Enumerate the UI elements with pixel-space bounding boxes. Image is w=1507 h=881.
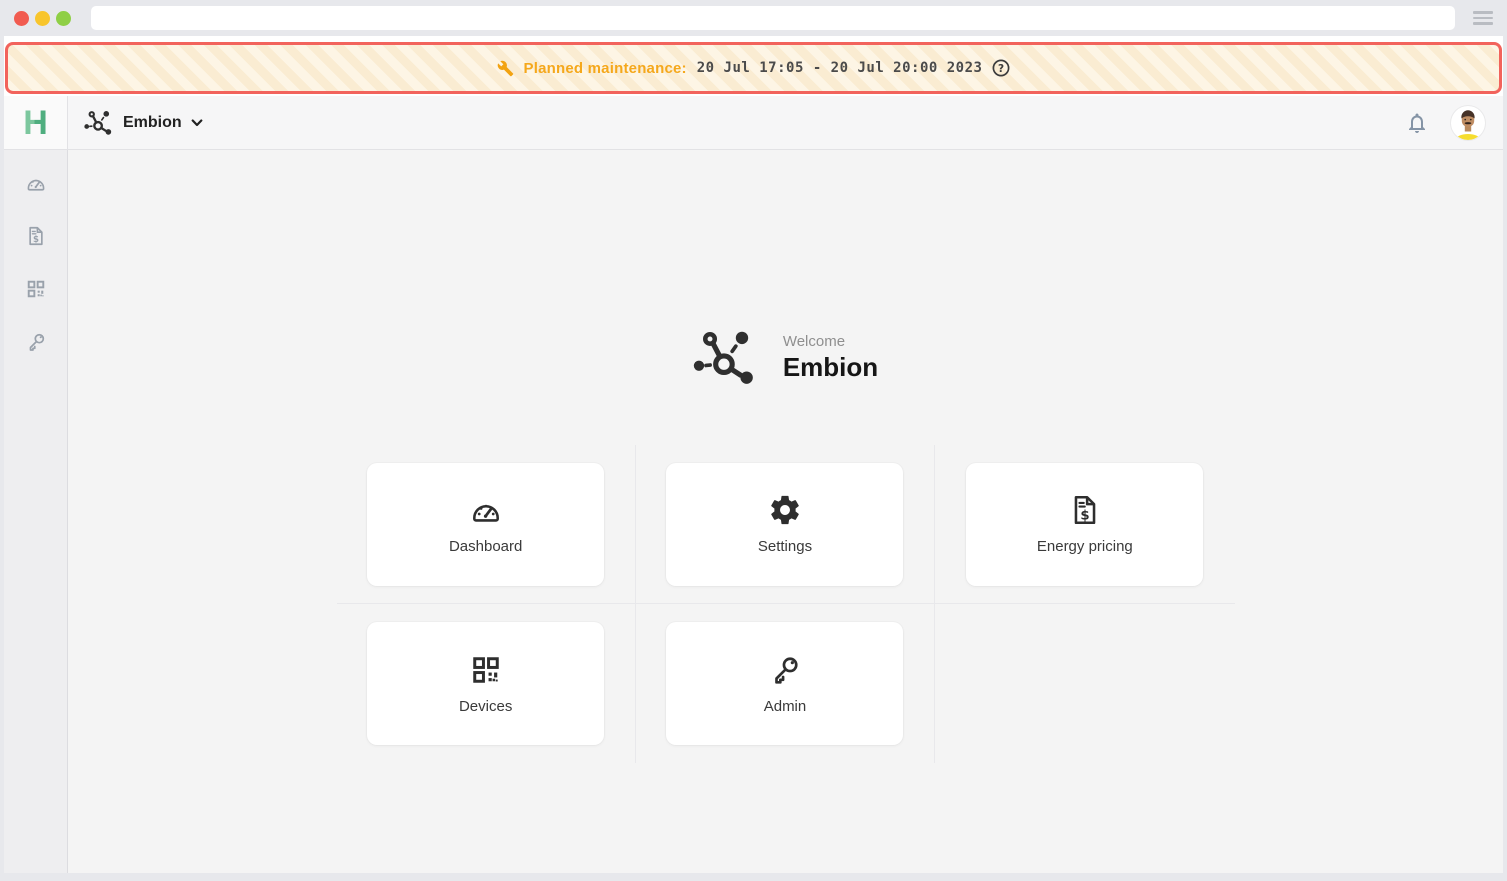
card-settings[interactable]: Settings — [666, 463, 903, 586]
maintenance-schedule: 20 Jul 17:05 - 20 Jul 20:00 2023 — [697, 60, 983, 76]
welcome-block: Welcome Embion — [68, 328, 1503, 386]
gear-icon — [768, 493, 802, 527]
header-spacer — [219, 96, 1391, 149]
grid-cell: Admin — [636, 604, 935, 763]
svg-text:?: ? — [998, 63, 1004, 75]
org-switcher[interactable]: Embion — [68, 96, 219, 149]
wrench-icon — [497, 60, 514, 77]
gauge-icon — [469, 493, 503, 527]
energy-invoice-icon — [25, 225, 47, 247]
molecule-icon — [84, 109, 114, 136]
molecule-icon — [693, 328, 759, 386]
maximize-window-button[interactable] — [56, 11, 71, 26]
card-energy-pricing[interactable]: Energy pricing — [966, 463, 1203, 586]
devices-qr-icon — [25, 278, 47, 300]
close-window-button[interactable] — [14, 11, 29, 26]
key-icon — [768, 653, 802, 687]
card-label: Dashboard — [449, 538, 522, 555]
devices-qr-icon — [469, 653, 503, 687]
logo-letter: H — [23, 106, 48, 140]
chevron-down-icon — [191, 119, 203, 127]
sidebar-item-dashboard[interactable] — [22, 172, 50, 194]
maintenance-banner: Planned maintenance: 20 Jul 17:05 - 20 J… — [5, 42, 1502, 94]
grid-cell: Dashboard — [337, 445, 636, 604]
card-label: Settings — [758, 538, 812, 555]
sidebar-item-devices[interactable] — [22, 278, 50, 300]
gauge-icon — [25, 172, 47, 194]
browser-chrome — [0, 0, 1507, 36]
card-label: Energy pricing — [1037, 538, 1133, 555]
welcome-greeting: Welcome — [783, 333, 878, 350]
app-body: Welcome Embion Dashboard — [4, 150, 1503, 873]
org-name: Embion — [123, 114, 182, 132]
user-avatar[interactable] — [1451, 106, 1485, 140]
page: Planned maintenance: 20 Jul 17:05 - 20 J… — [4, 36, 1503, 873]
app-header: H Embion — [4, 96, 1503, 150]
main-content: Welcome Embion Dashboard — [68, 150, 1503, 873]
sidebar — [4, 150, 68, 873]
empty-grid-cell — [935, 604, 1234, 763]
browser-window: Planned maintenance: 20 Jul 17:05 - 20 J… — [0, 0, 1507, 881]
avatar-image — [1451, 106, 1485, 140]
app-logo[interactable]: H — [4, 96, 68, 149]
grid-cell: Settings — [636, 445, 935, 604]
card-devices[interactable]: Devices — [367, 622, 604, 745]
energy-invoice-icon — [1068, 493, 1102, 527]
address-bar[interactable] — [91, 6, 1455, 30]
hamburger-menu-icon[interactable] — [1473, 11, 1493, 24]
key-icon — [25, 331, 47, 353]
help-circle-icon[interactable]: ? — [992, 59, 1010, 77]
minimize-window-button[interactable] — [35, 11, 50, 26]
card-dashboard[interactable]: Dashboard — [367, 463, 604, 586]
card-label: Devices — [459, 698, 512, 715]
grid-cell: Energy pricing — [935, 445, 1234, 604]
sidebar-item-admin[interactable] — [22, 331, 50, 353]
maintenance-label: Planned maintenance: — [524, 60, 687, 77]
bell-icon — [1405, 111, 1429, 135]
window-controls — [14, 11, 71, 26]
welcome-text: Welcome Embion — [783, 333, 878, 382]
welcome-org-name: Embion — [783, 353, 878, 382]
card-admin[interactable]: Admin — [666, 622, 903, 745]
notifications-button[interactable] — [1391, 96, 1443, 149]
sidebar-item-energy-pricing[interactable] — [22, 225, 50, 247]
card-label: Admin — [764, 698, 807, 715]
shortcut-grid: Dashboard Settings — [337, 445, 1235, 763]
grid-cell: Devices — [337, 604, 636, 763]
